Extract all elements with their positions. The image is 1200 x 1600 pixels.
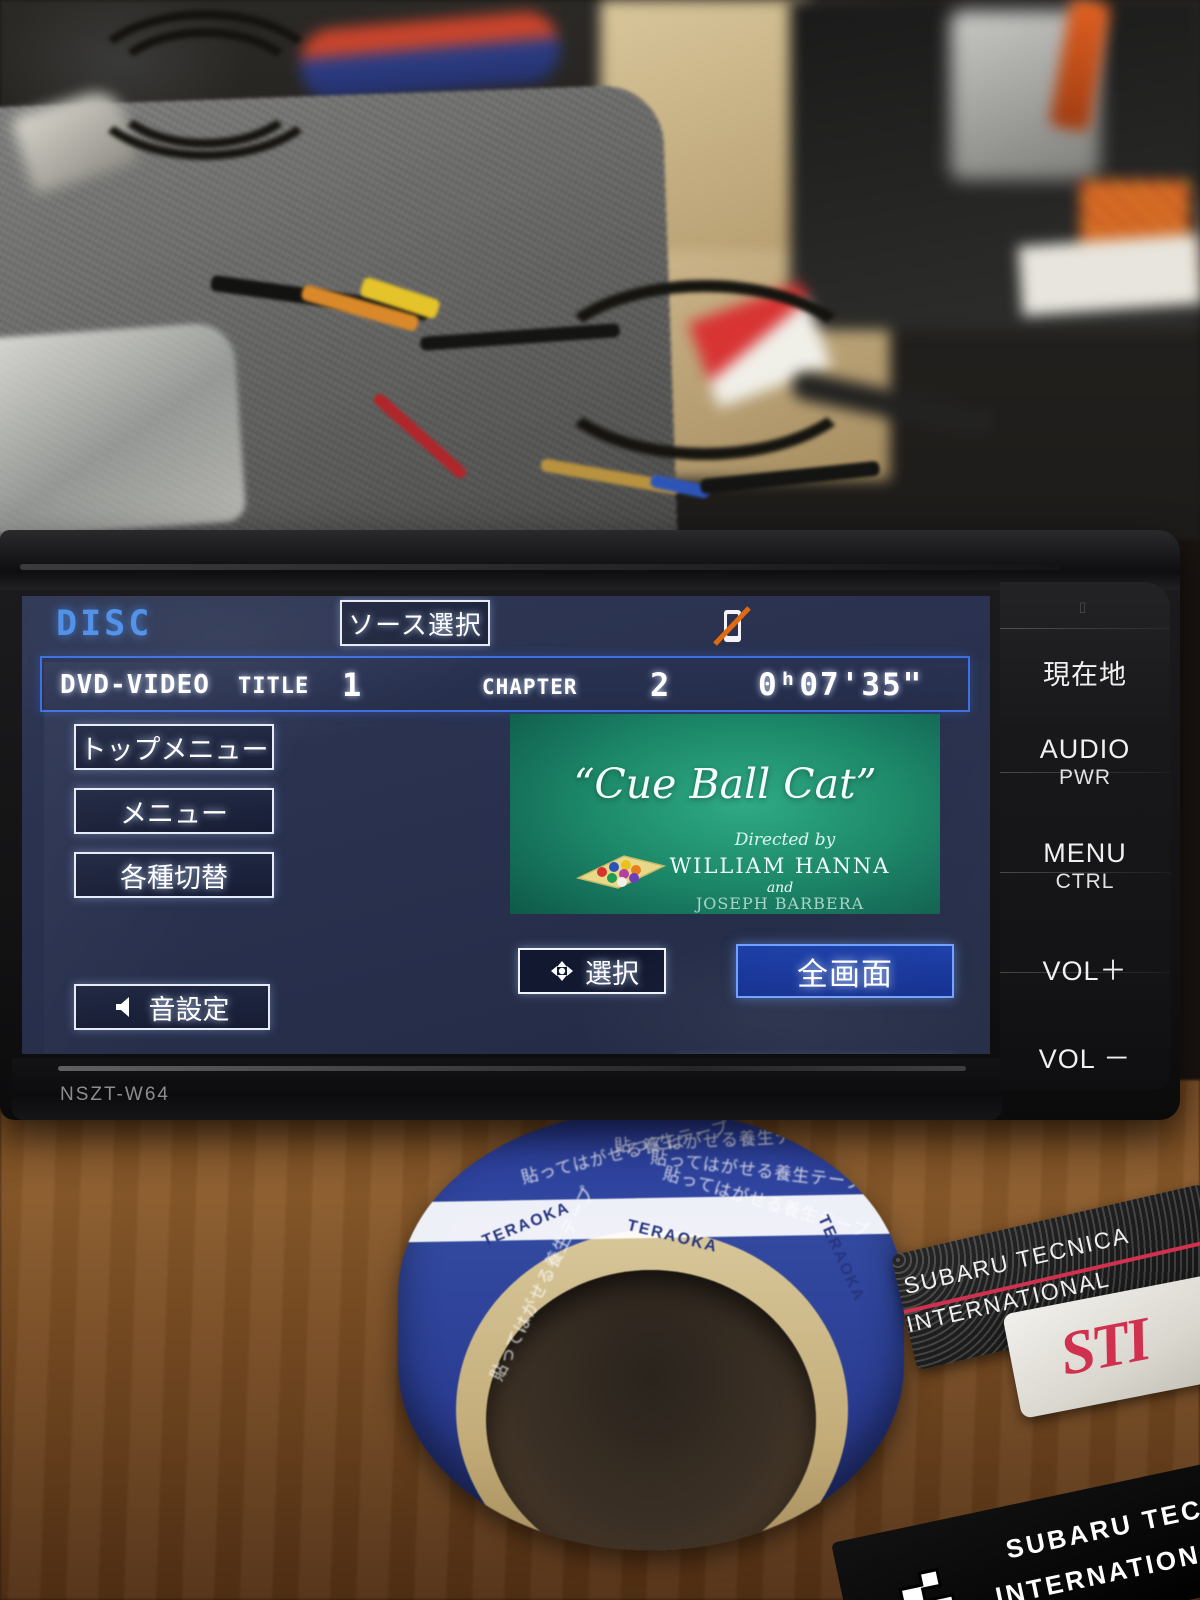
fullscreen-button[interactable]: 全画面 [736, 944, 954, 998]
video-preview-pane[interactable]: “Cue Ball Cat” Directed by WILLIAM HANNA… [510, 714, 940, 914]
settings-switch-button[interactable]: 各種切替 [74, 852, 274, 898]
volume-up-button[interactable]: VOL＋ [1000, 942, 1170, 994]
current-location-label: 現在地 [1043, 659, 1127, 690]
volume-down-label: VOL － [1038, 1043, 1132, 1074]
coiled-cable-2 [105, 28, 305, 148]
white-paper [1017, 233, 1200, 317]
hardware-button-panel: ⌷ 現在地 AUDIO PWR MENU CTRL VOL＋ VOL － [1000, 582, 1170, 1090]
masking-tape-roll: 貼ってはがせる養生テープ 貼ってはがせる養生テープ 貼ってはがせる養生テープ 貼… [398, 1110, 904, 1550]
audio-label: AUDIO [1039, 734, 1131, 764]
lcd-screen[interactable]: DISC ソース選択 DVD-VIDEO TITLE 1 CHAPTER 2 0… [22, 596, 990, 1054]
chapter-label: CHAPTER [482, 675, 578, 699]
playback-info-panel: DVD-VIDEO TITLE 1 CHAPTER 2 0ʰ07'35" [40, 656, 970, 712]
video-title-text: “Cue Ball Cat” [573, 760, 877, 808]
black-cable-loop [540, 280, 870, 460]
pwr-label: PWR [1059, 766, 1111, 789]
model-number-label: NSZT-W64 [60, 1084, 170, 1105]
head-unit-top-lip [0, 530, 1180, 590]
source-label: DISC [56, 604, 153, 644]
billiard-ball-rack-icon [575, 855, 667, 889]
title-label: TITLE [238, 674, 310, 699]
hw-divider [1000, 628, 1170, 629]
subaru-star-icon [873, 1567, 957, 1600]
title-value: 1 [342, 666, 362, 704]
sound-settings-button[interactable]: 音設定 [74, 984, 270, 1030]
photo-scene: 貼ってはがせる養生テープ 貼ってはがせる養生テープ 貼ってはがせる養生テープ 貼… [0, 0, 1200, 1600]
ctrl-label: CTRL [1055, 870, 1115, 893]
disc-format-label: DVD-VIDEO [60, 670, 210, 700]
phone-disconnected-icon [713, 606, 751, 646]
video-director-name-2: JOSEPH BARBERA [695, 894, 865, 913]
sti-logo-text: STI [1054, 1305, 1154, 1389]
source-select-button[interactable]: ソース選択 [340, 600, 490, 646]
volume-down-button[interactable]: VOL － [1000, 1030, 1170, 1082]
head-unit-bottom-bezel: NSZT-W64 [12, 1058, 1002, 1120]
menu-ctrl-button[interactable]: MENU CTRL [1000, 834, 1170, 898]
plastic-bag [0, 321, 247, 539]
dpad-arrows-icon [551, 961, 573, 981]
current-location-button[interactable]: 現在地 [1000, 644, 1170, 700]
audio-power-button[interactable]: AUDIO PWR [1000, 730, 1170, 794]
top-menu-button[interactable]: トップメニュー [74, 724, 274, 770]
select-button[interactable]: 選択 [518, 948, 666, 994]
video-directed-by: Directed by [734, 830, 836, 850]
select-button-label: 選択 [585, 958, 639, 989]
eject-slot-icon[interactable]: ⌷ [1078, 600, 1087, 617]
menu-button[interactable]: メニュー [74, 788, 274, 834]
volume-up-label: VOL＋ [1042, 955, 1128, 986]
speaker-icon [115, 997, 129, 1017]
menu-hw-label: MENU [1043, 838, 1127, 868]
screen-top-bar: DISC ソース選択 [22, 596, 990, 654]
elapsed-time-value: 0ʰ07'35" [758, 667, 924, 703]
chapter-value: 2 [650, 666, 670, 704]
sound-settings-label: 音設定 [148, 994, 230, 1025]
car-navigation-head-unit: DISC ソース選択 DVD-VIDEO TITLE 1 CHAPTER 2 0… [0, 530, 1180, 1120]
